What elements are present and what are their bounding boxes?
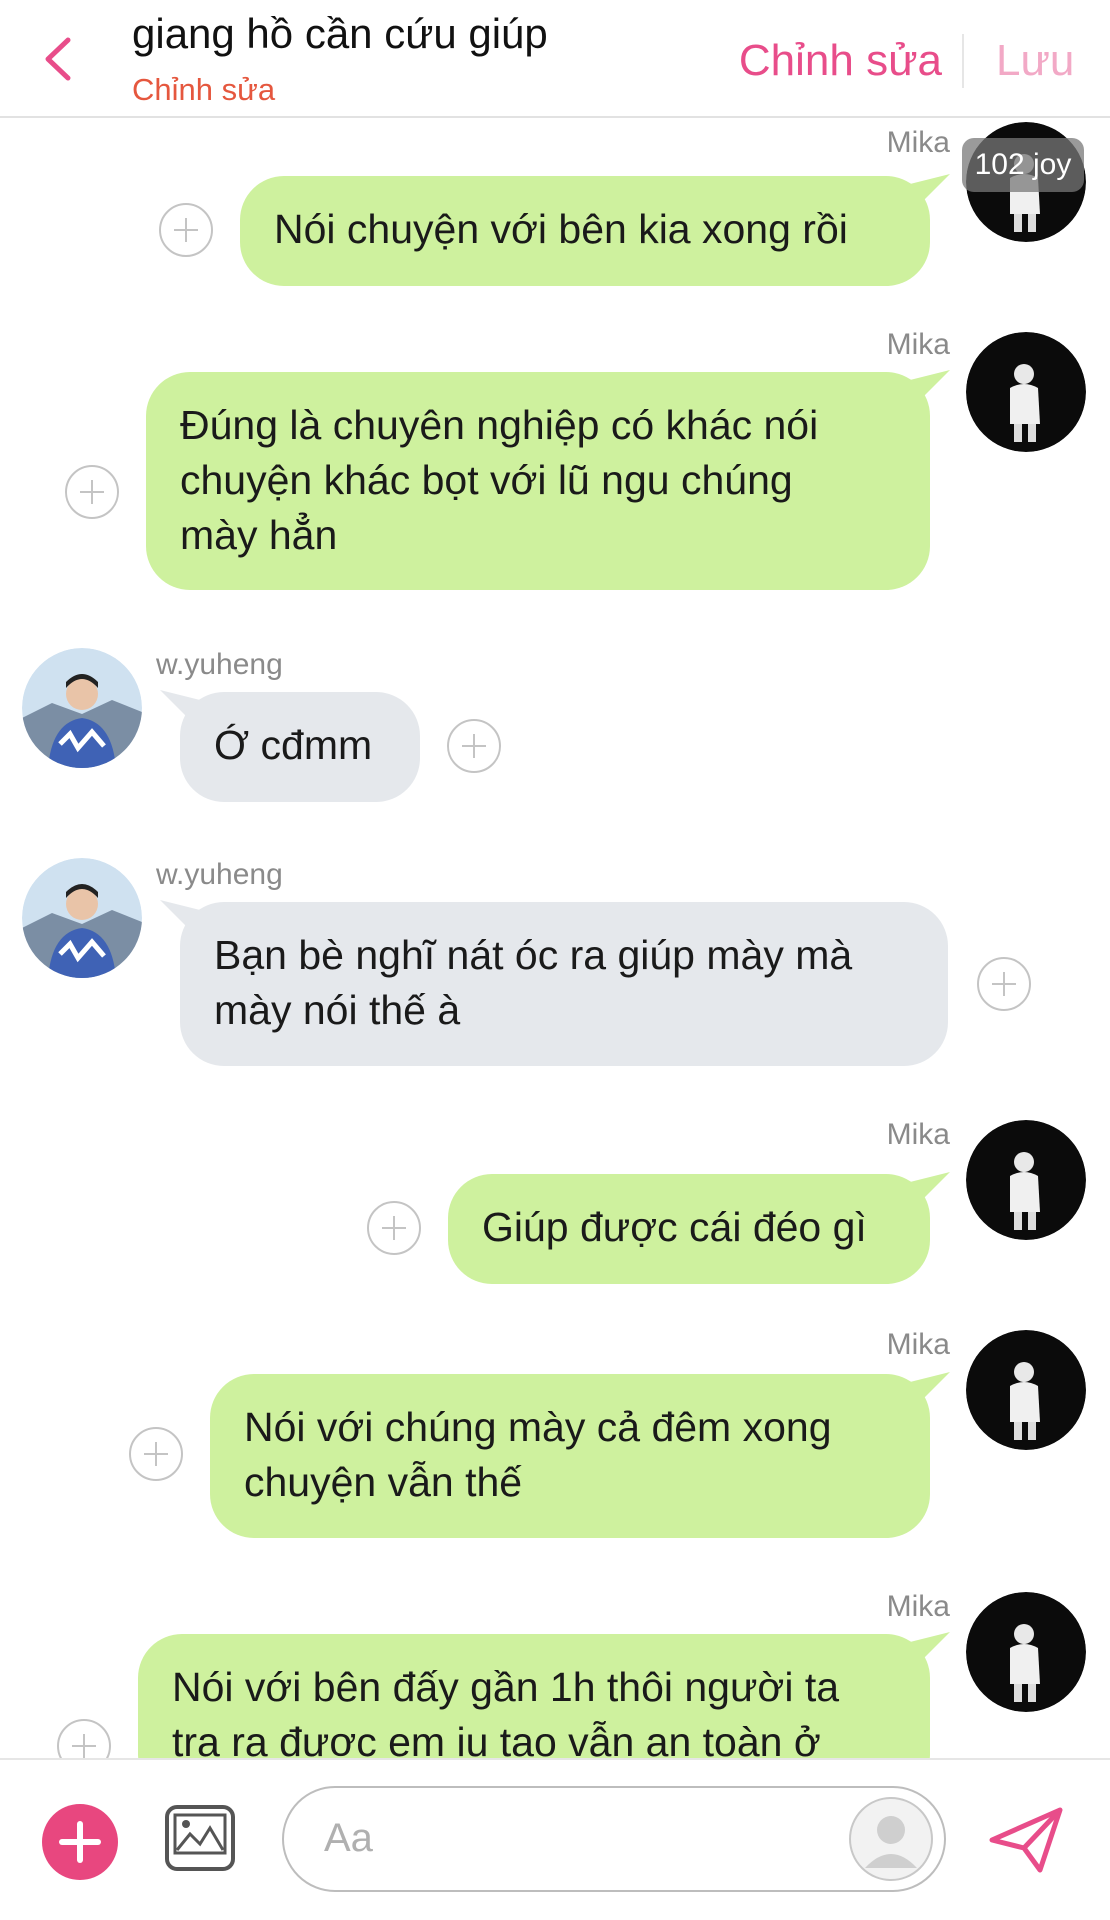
message-text: Nói với chúng mày cả đêm xong bbox=[244, 1404, 832, 1450]
save-button[interactable]: Lưu bbox=[996, 36, 1074, 86]
message-bubble[interactable]: Đúng là chuyên nghiệp có khác nói chuyện… bbox=[146, 372, 930, 590]
header-divider bbox=[962, 34, 964, 88]
message-row: Mika Nói chuyện với bên kia xong rồi bbox=[0, 118, 1110, 298]
sender-name: Mika bbox=[886, 1118, 950, 1151]
sender-name: w.yuheng bbox=[156, 858, 283, 891]
message-row: Mika Đúng là chuyên nghiệp có khác nói c… bbox=[0, 328, 1110, 628]
message-text: Bạn bè nghĩ nát óc ra giúp mày mà bbox=[214, 932, 853, 978]
message-bubble[interactable]: Giúp được cái đéo gì bbox=[448, 1174, 930, 1284]
message-text: mày hẳn bbox=[180, 512, 338, 558]
message-row: Mika Giúp được cái đéo gì bbox=[0, 1118, 1110, 1298]
bubble-tail bbox=[910, 1172, 950, 1206]
message-bubble[interactable]: Bạn bè nghĩ nát óc ra giúp mày mà mày nó… bbox=[180, 902, 948, 1066]
plus-circle-icon[interactable] bbox=[56, 1718, 112, 1758]
chat-header: giang hồ cần cứu giúp Chỉnh sửa Chỉnh sử… bbox=[0, 0, 1110, 118]
message-row: w.yuheng Bạn bè nghĩ nát óc ra giúp mày … bbox=[0, 858, 1110, 1098]
message-input-placeholder: Aa bbox=[324, 1816, 373, 1860]
composer-bar: Aa bbox=[0, 1758, 1110, 1920]
message-text: mày nói thế à bbox=[214, 987, 461, 1033]
avatar[interactable] bbox=[966, 332, 1086, 452]
avatar[interactable] bbox=[966, 1120, 1086, 1240]
sender-name: Mika bbox=[886, 1328, 950, 1361]
bubble-tail bbox=[910, 1632, 950, 1666]
sender-name: Mika bbox=[886, 126, 950, 159]
message-bubble[interactable]: Nói chuyện với bên kia xong rồi bbox=[240, 176, 930, 286]
message-text: Đúng là chuyên nghiệp có khác nói bbox=[180, 402, 819, 448]
sender-name: Mika bbox=[886, 1590, 950, 1623]
message-text: Ớ cđmm bbox=[214, 722, 373, 768]
plus-circle-icon[interactable] bbox=[976, 956, 1032, 1012]
user-avatar-icon[interactable] bbox=[848, 1796, 934, 1882]
message-row: Mika Nói với chúng mày cả đêm xong chuyệ… bbox=[0, 1328, 1110, 1568]
chevron-left-icon[interactable] bbox=[38, 34, 78, 84]
sender-name: w.yuheng bbox=[156, 648, 283, 681]
avatar[interactable] bbox=[22, 648, 142, 768]
message-text: Nói chuyện với bên kia xong rồi bbox=[274, 206, 848, 252]
plus-circle-icon[interactable] bbox=[446, 718, 502, 774]
sender-name: Mika bbox=[886, 328, 950, 361]
message-input[interactable]: Aa bbox=[282, 1786, 946, 1892]
message-text: Nói với bên đấy gần 1h thôi người ta bbox=[172, 1664, 840, 1710]
message-row: w.yuheng Ớ cđmm bbox=[0, 648, 1110, 828]
message-list[interactable]: Mika Nói chuyện với bên kia xong rồi Mik… bbox=[0, 118, 1110, 1758]
image-icon[interactable] bbox=[164, 1804, 236, 1872]
bubble-tail bbox=[910, 1372, 950, 1406]
message-text: chuyện vẫn thế bbox=[244, 1459, 523, 1505]
add-icon bbox=[59, 1821, 101, 1863]
plus-circle-icon[interactable] bbox=[128, 1426, 184, 1482]
message-bubble[interactable]: Nói với chúng mày cả đêm xong chuyện vẫn… bbox=[210, 1374, 930, 1538]
avatar[interactable] bbox=[966, 1592, 1086, 1712]
message-text: chuyện khác bọt với lũ ngu chúng bbox=[180, 457, 793, 503]
bubble-tail bbox=[910, 370, 950, 404]
add-button[interactable] bbox=[42, 1804, 118, 1880]
avatar[interactable] bbox=[966, 1330, 1086, 1450]
message-text: Giúp được cái đéo gì bbox=[482, 1204, 867, 1250]
watermark-badge: 102 joy bbox=[962, 138, 1084, 192]
send-icon[interactable] bbox=[986, 1804, 1066, 1876]
chat-subtitle[interactable]: Chỉnh sửa bbox=[132, 72, 275, 108]
chat-title: giang hồ cần cứu giúp bbox=[132, 10, 548, 57]
avatar[interactable] bbox=[22, 858, 142, 978]
message-bubble[interactable]: Nói với bên đấy gần 1h thôi người ta tra… bbox=[138, 1634, 930, 1758]
message-text: tra ra được em iu tao vẫn an toàn ở bbox=[172, 1719, 821, 1758]
edit-button[interactable]: Chỉnh sửa bbox=[739, 36, 942, 86]
plus-circle-icon[interactable] bbox=[158, 202, 214, 258]
bubble-tail bbox=[910, 174, 950, 208]
plus-circle-icon[interactable] bbox=[64, 464, 120, 520]
message-row: Mika Nói với bên đấy gần 1h thôi người t… bbox=[0, 1590, 1110, 1758]
plus-circle-icon[interactable] bbox=[366, 1200, 422, 1256]
message-bubble[interactable]: Ớ cđmm bbox=[180, 692, 420, 802]
